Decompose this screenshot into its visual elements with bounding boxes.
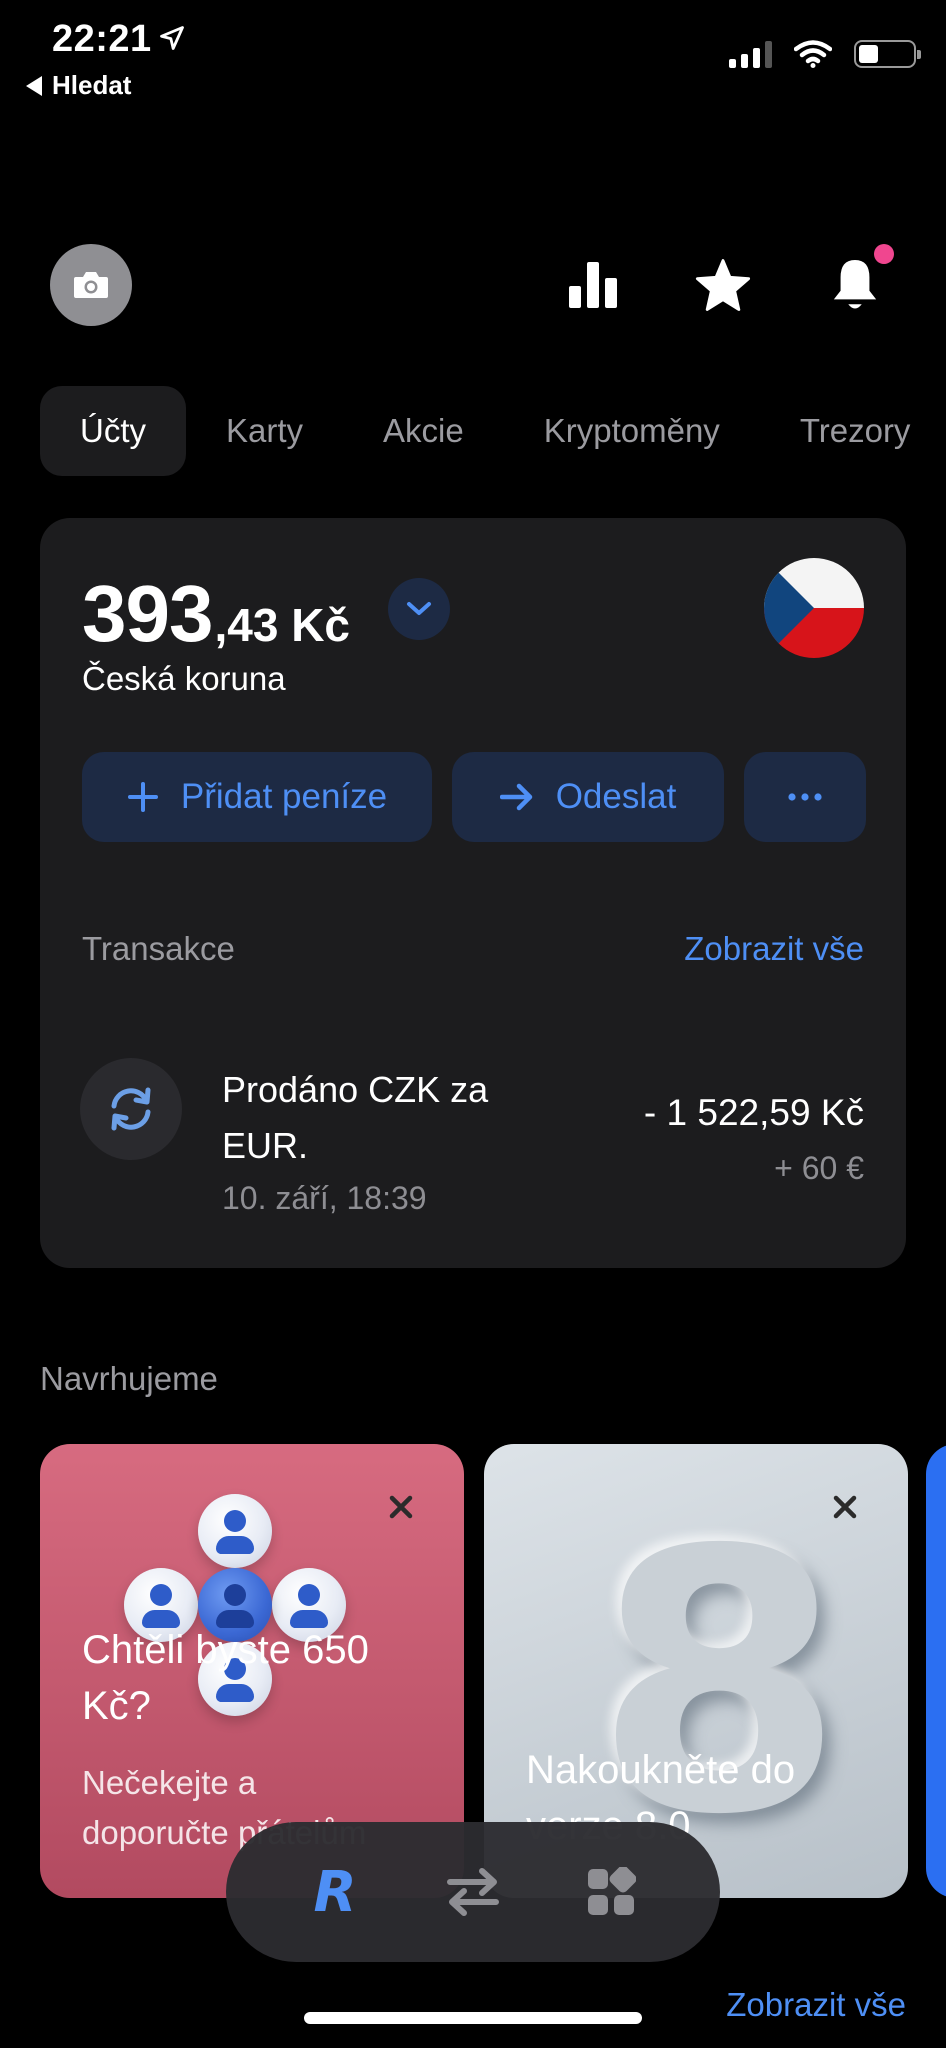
transactions-heading: Transakce	[82, 930, 235, 967]
next-promo-card-peek[interactable]	[926, 1444, 946, 1898]
balance-integer: 393	[82, 569, 213, 658]
exchange-icon	[80, 1058, 182, 1160]
currency-name: Česká koruna	[82, 660, 286, 697]
suggestions-view-all-link[interactable]: Zobrazit vše	[726, 1986, 906, 2024]
balance-amount: 393 ,43 Kč	[82, 568, 350, 660]
close-icon[interactable]	[384, 1490, 418, 1524]
promo-title: Chtěli byste 650 Kč?	[82, 1628, 369, 1728]
plus-icon	[127, 782, 158, 812]
nav-home-button[interactable]: R	[295, 1852, 375, 1932]
camera-icon	[74, 272, 108, 298]
send-button[interactable]: Odeslat	[452, 752, 724, 842]
arrow-right-icon	[499, 783, 532, 811]
bar-chart-icon	[569, 262, 617, 308]
czech-flag-icon	[764, 558, 864, 658]
transaction-converted-amount: + 60 €	[774, 1150, 864, 1186]
account-card: 393 ,43 Kč Česká koruna Přidat peníze Od…	[40, 518, 906, 1268]
transaction-date: 10. září, 18:39	[222, 1180, 427, 1216]
camera-button[interactable]	[50, 244, 132, 326]
account-switcher-button[interactable]	[388, 578, 450, 640]
more-dots-icon	[788, 793, 822, 801]
tab-stocks[interactable]: Akcie	[343, 386, 504, 476]
send-label: Odeslat	[555, 777, 677, 816]
notification-badge	[874, 244, 894, 264]
cellular-signal-icon	[729, 40, 772, 68]
grid-apps-icon	[588, 1867, 636, 1915]
tab-vaults[interactable]: Trezory	[760, 386, 946, 476]
favorites-button[interactable]	[688, 250, 758, 320]
wifi-icon	[794, 40, 832, 68]
suggestions-heading: Navrhujeme	[40, 1360, 218, 1397]
tab-accounts[interactable]: Účty	[40, 386, 186, 476]
transaction-amount: - 1 522,59 Kč	[643, 1092, 864, 1133]
bottom-floating-nav: R	[226, 1822, 720, 1962]
balance-decimal-currency: ,43 Kč	[214, 599, 351, 651]
account-tabs: Účty Karty Akcie Kryptoměny Trezory	[40, 386, 946, 476]
tab-crypto[interactable]: Kryptoměny	[504, 386, 760, 476]
back-triangle-icon	[26, 75, 42, 96]
battery-icon	[854, 40, 921, 68]
back-to-search[interactable]: Hledat	[26, 70, 131, 101]
nav-transfers-button[interactable]	[433, 1852, 513, 1932]
status-time: 22:21	[52, 18, 152, 60]
nav-hub-button[interactable]	[571, 1852, 651, 1932]
add-money-button[interactable]: Přidat peníze	[82, 752, 432, 842]
bell-icon	[833, 260, 877, 309]
transaction-description: Prodáno CZK za EUR.	[222, 1069, 489, 1166]
tab-cards[interactable]: Karty	[186, 386, 343, 476]
star-icon	[695, 259, 751, 311]
revolut-logo-icon: R	[313, 1859, 357, 1925]
transactions-view-all-link[interactable]: Zobrazit vše	[684, 930, 864, 968]
chevron-down-icon	[407, 602, 431, 615]
back-label: Hledat	[52, 70, 132, 100]
analytics-button[interactable]	[558, 250, 628, 320]
add-money-label: Přidat peníze	[180, 777, 388, 816]
transfer-arrows-icon	[447, 1868, 499, 1916]
home-indicator	[304, 2012, 642, 2024]
close-icon[interactable]	[828, 1490, 862, 1524]
location-arrow-icon	[160, 26, 184, 50]
more-actions-button[interactable]	[744, 752, 866, 842]
